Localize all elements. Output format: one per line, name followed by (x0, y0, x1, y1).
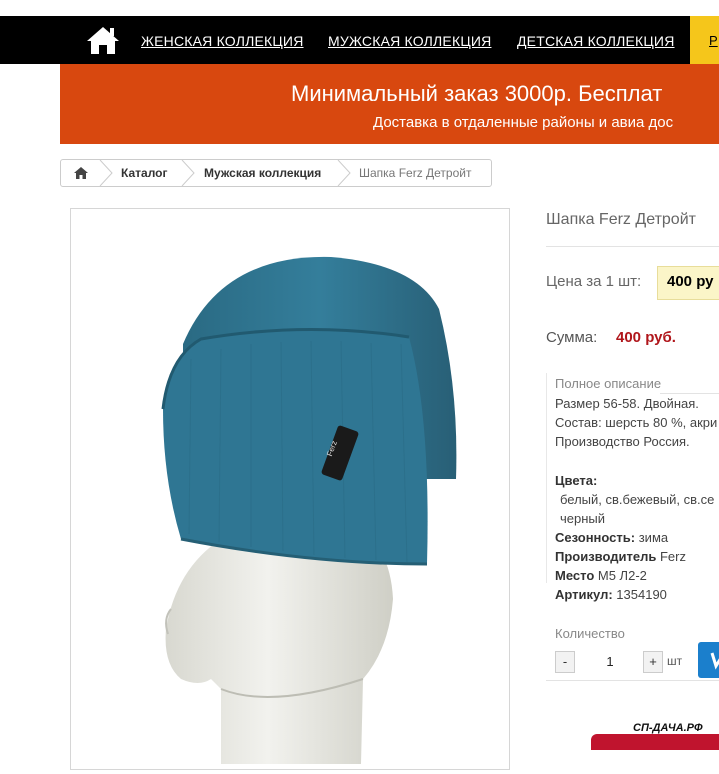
banner-subline: Доставка в отдаленные районы и авиа дос (373, 114, 674, 131)
breadcrumb-home[interactable] (73, 160, 89, 186)
description-line: Размер 56-58. Двойная. (555, 396, 699, 411)
top-nav: ЖЕНСКАЯ КОЛЛЕКЦИЯ МУЖСКАЯ КОЛЛЕКЦИЯ ДЕТС… (0, 16, 719, 64)
promo-banner: Минимальный заказ 3000р. Бесплат Доставк… (60, 64, 719, 144)
site-watermark: СП-ДАЧА.РФ (633, 722, 703, 734)
colors-line: белый, св.бежевый, св.се (560, 492, 715, 507)
quantity-unit: шт (667, 654, 683, 668)
description-title: Полное описание (555, 376, 662, 391)
nav-kids[interactable]: ДЕТСКАЯ КОЛЛЕКЦИЯ (517, 33, 675, 49)
quantity-increase-button[interactable]: + (643, 651, 663, 673)
breadcrumb-separator (99, 160, 113, 186)
quantity-label: Количество (555, 626, 625, 641)
breadcrumb-separator (181, 160, 195, 186)
nav-extra-tab[interactable]: Р (690, 16, 719, 64)
price-value: 400 ру (667, 273, 714, 290)
divider (546, 246, 719, 247)
home-icon (87, 27, 119, 54)
nav-men[interactable]: МУЖСКАЯ КОЛЛЕКЦИЯ (328, 33, 491, 49)
divider (660, 393, 719, 394)
sum-label: Сумма: (546, 329, 598, 346)
maker-row: Производитель Ferz (555, 549, 686, 564)
breadcrumb-current: Шапка Ferz Детройт (359, 166, 472, 180)
cart-icon (710, 652, 719, 670)
quantity-input[interactable] (580, 650, 640, 672)
season-row: Сезонность: зима (555, 530, 669, 545)
product-title: Шапка Ferz Детройт (546, 211, 696, 228)
place-row: Место М5 Л2-2 (555, 568, 647, 583)
chat-widget[interactable] (591, 734, 719, 750)
price-box: 400 ру (657, 266, 719, 300)
breadcrumb-mens[interactable]: Мужская коллекция (204, 160, 321, 186)
banner-headline: Минимальный заказ 3000р. Бесплат (291, 81, 663, 106)
description-border (546, 373, 547, 583)
nav-women[interactable]: ЖЕНСКАЯ КОЛЛЕКЦИЯ (141, 33, 304, 49)
breadcrumb: Каталог Мужская коллекция Шапка Ferz Дет… (60, 159, 492, 187)
breadcrumb-catalog[interactable]: Каталог (121, 160, 168, 186)
product-image-frame[interactable]: Ferz (70, 208, 510, 770)
quantity-decrease-button[interactable]: - (555, 651, 575, 673)
add-to-cart-button[interactable] (698, 642, 719, 678)
product-image (161, 256, 457, 764)
nav-extra-label: Р (709, 33, 718, 48)
breadcrumb-separator (337, 160, 351, 186)
home-icon (74, 167, 88, 179)
colors-label: Цвета: (555, 473, 598, 488)
price-label: Цена за 1 шт: (546, 273, 642, 290)
description-line: Состав: шерсть 80 %, акри (555, 415, 718, 430)
colors-line: черный (560, 511, 606, 526)
home-link[interactable] (86, 25, 120, 55)
sum-value: 400 руб. (616, 329, 676, 346)
description-line: Производство Россия. (555, 434, 690, 449)
article-row: Артикул: 1354190 (555, 587, 667, 602)
divider (546, 680, 719, 681)
